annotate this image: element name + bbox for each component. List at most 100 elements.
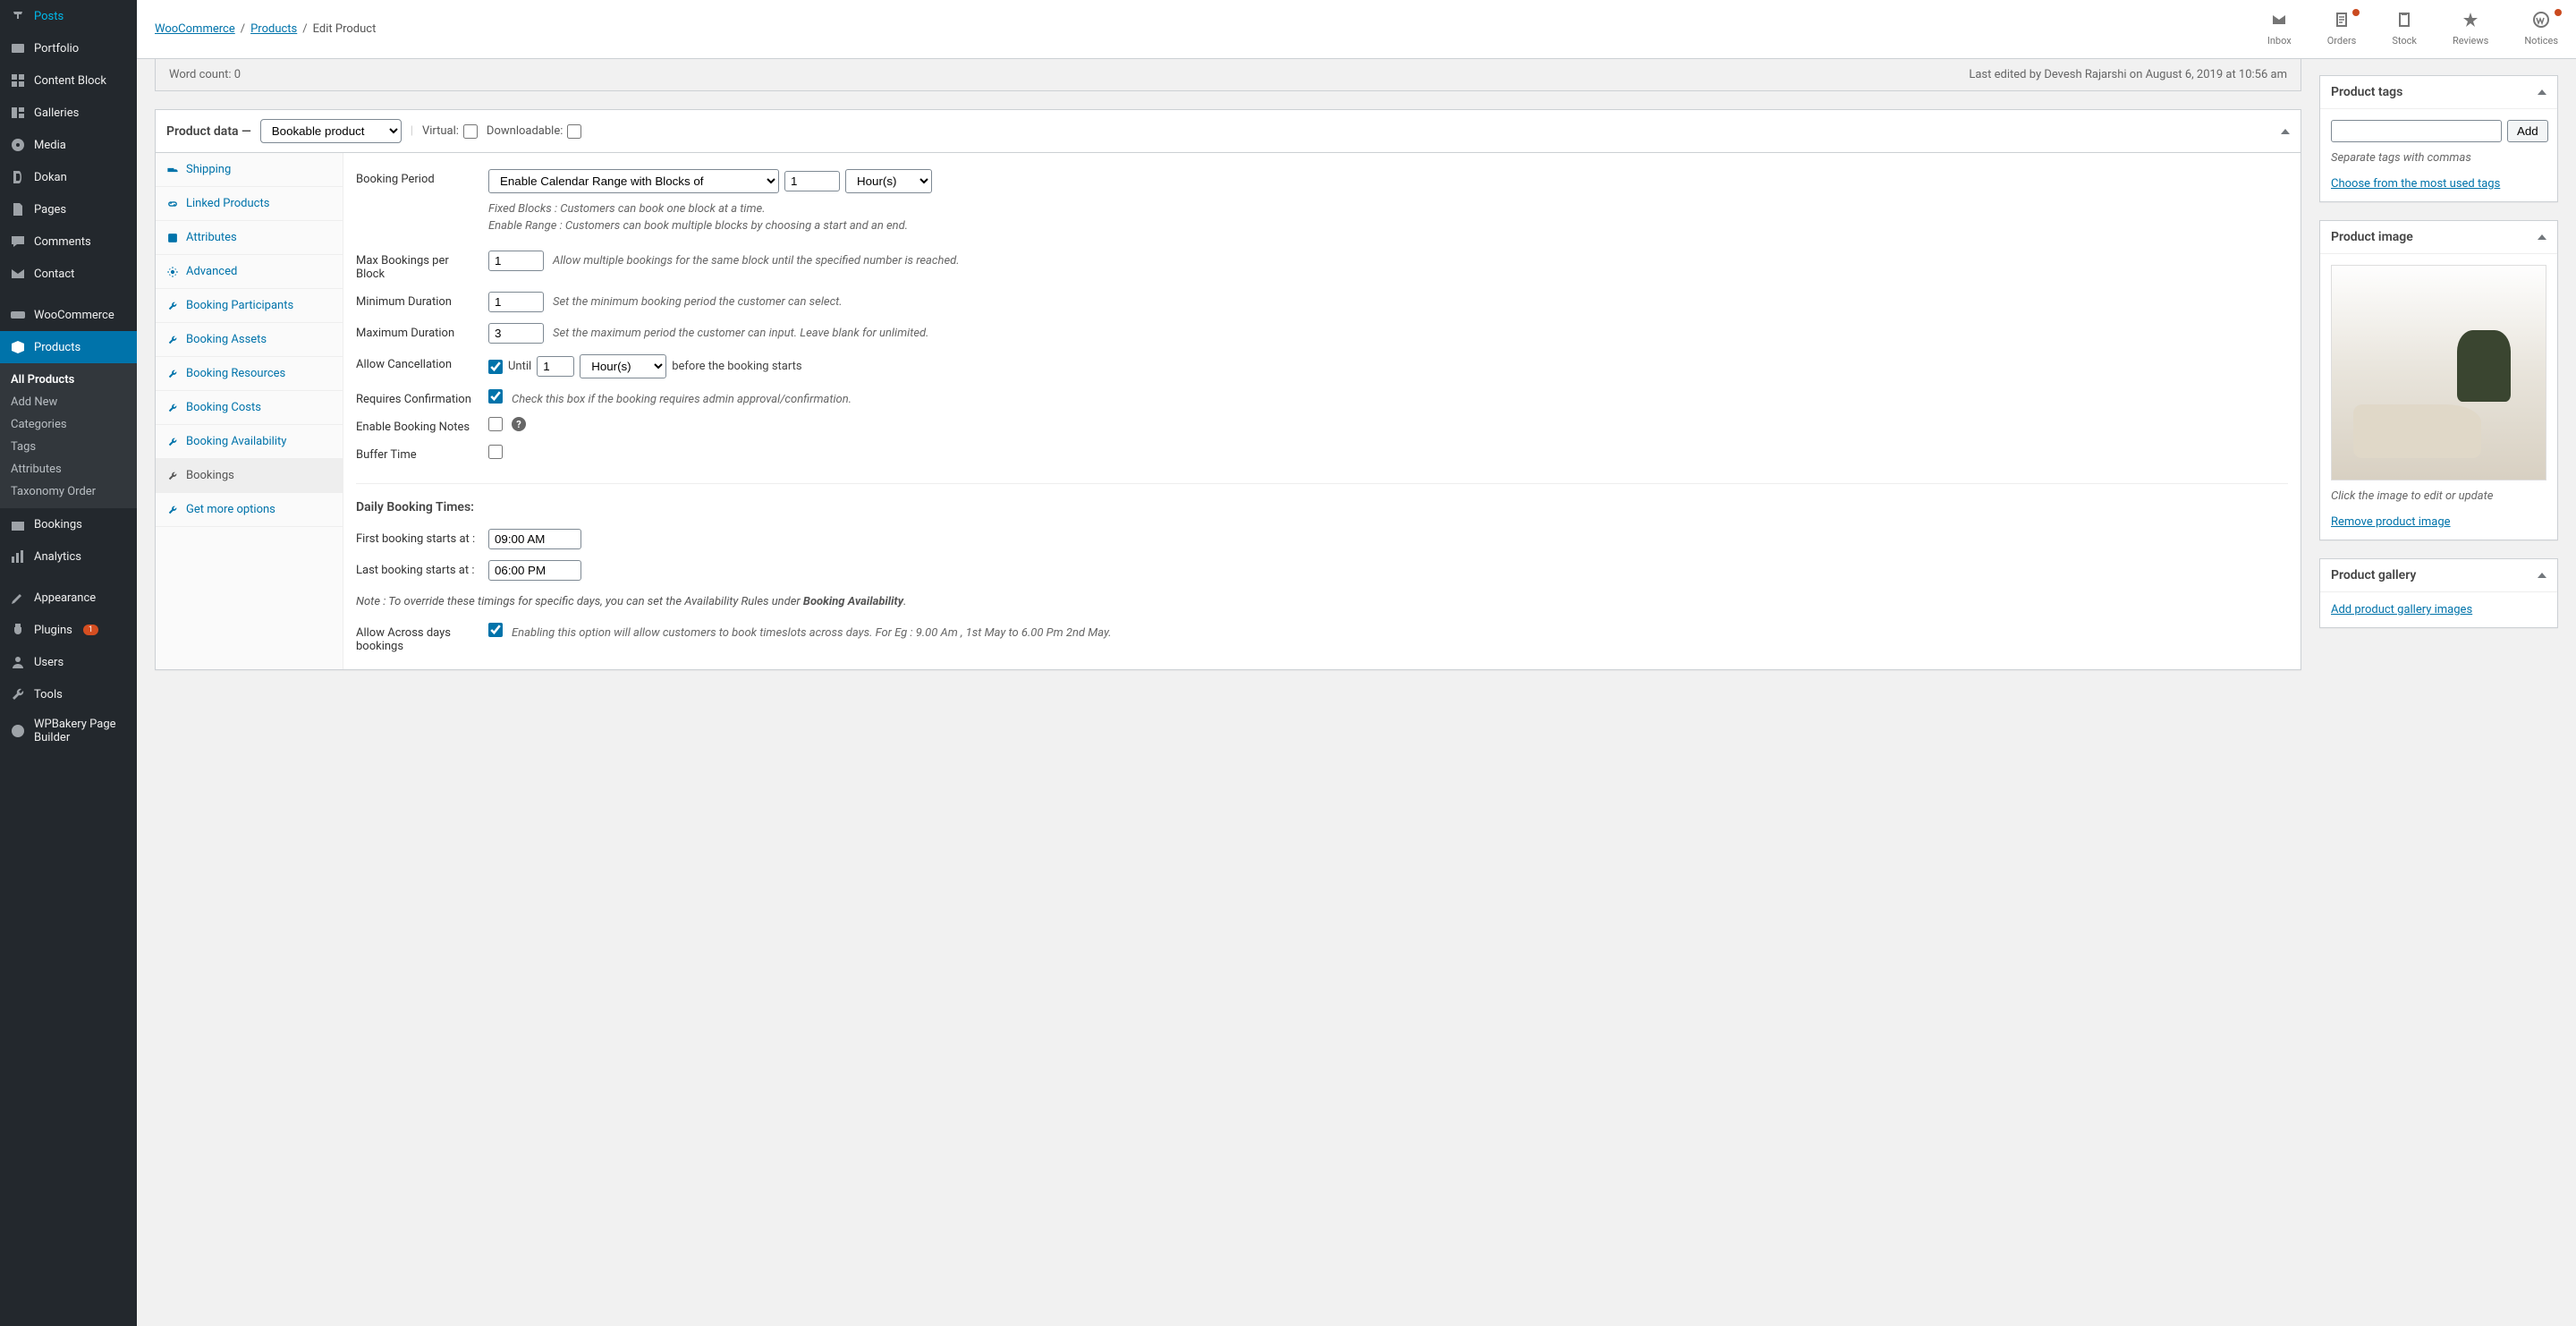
- notices-button[interactable]: Notices: [2524, 11, 2558, 47]
- submenu-categories[interactable]: Categories: [0, 413, 137, 436]
- sidebar-item-users[interactable]: Users: [0, 646, 137, 678]
- product-tags-panel: Product tags Add Separate tags with comm…: [2319, 75, 2558, 202]
- add-gallery-link[interactable]: Add product gallery images: [2331, 603, 2472, 616]
- sidebar-item-appearance[interactable]: Appearance: [0, 582, 137, 614]
- tab-availability[interactable]: Booking Availability: [156, 425, 343, 459]
- product-type-select[interactable]: Bookable product: [260, 119, 402, 143]
- min-duration-input[interactable]: [488, 292, 544, 312]
- label: Dokan: [34, 171, 67, 184]
- submenu-add-new[interactable]: Add New: [0, 391, 137, 413]
- product-gallery-panel: Product gallery Add product gallery imag…: [2319, 558, 2558, 628]
- remove-image-link[interactable]: Remove product image: [2331, 515, 2451, 529]
- submenu-tags[interactable]: Tags: [0, 436, 137, 458]
- inbox-icon: [2267, 11, 2292, 32]
- blocks-input[interactable]: [784, 171, 840, 191]
- sidebar-item-dokan[interactable]: Dokan: [0, 161, 137, 193]
- first-booking-input[interactable]: [488, 529, 581, 549]
- submenu-all-products[interactable]: All Products: [0, 369, 137, 391]
- first-booking-label: First booking starts at :: [356, 529, 479, 546]
- sidebar-item-bookings[interactable]: Bookings: [0, 508, 137, 540]
- enable-notes-checkbox[interactable]: [488, 417, 503, 431]
- sidebar-item-wpbakery[interactable]: WPBakery Page Builder: [0, 710, 137, 752]
- brush-icon: [9, 589, 27, 607]
- product-image[interactable]: [2331, 265, 2546, 480]
- sidebar-item-contentblock[interactable]: Content Block: [0, 64, 137, 97]
- tab-getmore[interactable]: Get more options: [156, 493, 343, 527]
- requires-confirm-desc: Check this box if the booking requires a…: [512, 389, 2288, 406]
- tab-resources[interactable]: Booking Resources: [156, 357, 343, 391]
- comment-icon: [9, 233, 27, 251]
- media-icon: [9, 136, 27, 154]
- sidebar-item-woocommerce[interactable]: WooCommerce: [0, 299, 137, 331]
- help-icon[interactable]: ?: [512, 417, 526, 431]
- max-bookings-desc: Allow multiple bookings for the same blo…: [553, 251, 2288, 268]
- grid-icon: [9, 72, 27, 89]
- label: Users: [34, 656, 64, 669]
- panel-toggle[interactable]: [2281, 129, 2290, 134]
- calendar-icon: [9, 515, 27, 533]
- tag-input[interactable]: [2331, 120, 2502, 142]
- breadcrumb-products[interactable]: Products: [250, 22, 297, 36]
- tab-linked[interactable]: Linked Products: [156, 187, 343, 221]
- sidebar-item-products[interactable]: Products: [0, 331, 137, 363]
- add-tag-button[interactable]: Add: [2507, 120, 2548, 142]
- max-duration-input[interactable]: [488, 323, 544, 344]
- unit-select[interactable]: Hour(s): [845, 169, 932, 193]
- submenu-taxonomy-order[interactable]: Taxonomy Order: [0, 480, 137, 503]
- breadcrumb: WooCommerce/Products/Edit Product: [155, 22, 2267, 36]
- panel-toggle[interactable]: [2538, 234, 2546, 240]
- sidebar-item-analytics[interactable]: Analytics: [0, 540, 137, 573]
- across-days-checkbox[interactable]: [488, 623, 503, 637]
- sidebar-item-contact[interactable]: Contact: [0, 258, 137, 290]
- label: Portfolio: [34, 42, 79, 55]
- sidebar-item-pages[interactable]: Pages: [0, 193, 137, 225]
- sidebar-item-comments[interactable]: Comments: [0, 225, 137, 258]
- choose-tags-link[interactable]: Choose from the most used tags: [2331, 177, 2500, 191]
- reviews-button[interactable]: Reviews: [2453, 11, 2488, 47]
- plug-icon: [9, 621, 27, 639]
- min-duration-desc: Set the minimum booking period the custo…: [553, 292, 2288, 309]
- breadcrumb-woocommerce[interactable]: WooCommerce: [155, 22, 235, 36]
- sidebar-item-galleries[interactable]: Galleries: [0, 97, 137, 129]
- pin-icon: [9, 7, 27, 25]
- panel-toggle[interactable]: [2538, 89, 2546, 95]
- panel-title: Product data —: [166, 124, 251, 139]
- gallery-icon: [9, 104, 27, 122]
- inbox-button[interactable]: Inbox: [2267, 11, 2292, 47]
- tab-assets[interactable]: Booking Assets: [156, 323, 343, 357]
- user-icon: [9, 653, 27, 671]
- tab-shipping[interactable]: Shipping: [156, 153, 343, 187]
- allow-cancel-checkbox[interactable]: [488, 360, 503, 374]
- max-bookings-input[interactable]: [488, 251, 544, 271]
- downloadable-checkbox[interactable]: [567, 124, 581, 139]
- virtual-checkbox[interactable]: [463, 124, 478, 139]
- sidebar-item-media[interactable]: Media: [0, 129, 137, 161]
- cancel-unit-select[interactable]: Hour(s): [580, 354, 666, 378]
- page-icon: [9, 200, 27, 218]
- tab-advanced[interactable]: Advanced: [156, 255, 343, 289]
- sidebar-item-tools[interactable]: Tools: [0, 678, 137, 710]
- orders-button[interactable]: Orders: [2327, 11, 2357, 47]
- booking-period-select[interactable]: Enable Calendar Range with Blocks of: [488, 169, 779, 193]
- chart-icon: [9, 548, 27, 565]
- max-bookings-label: Max Bookings per Block: [356, 251, 479, 281]
- products-submenu: All Products Add New Categories Tags Att…: [0, 363, 137, 508]
- max-duration-desc: Set the maximum period the customer can …: [553, 323, 2288, 340]
- sidebar-item-portfolio[interactable]: Portfolio: [0, 32, 137, 64]
- panel-toggle[interactable]: [2538, 573, 2546, 578]
- cancel-value-input[interactable]: [537, 356, 574, 377]
- tab-attributes[interactable]: Attributes: [156, 221, 343, 255]
- tab-participants[interactable]: Booking Participants: [156, 289, 343, 323]
- submenu-attributes[interactable]: Attributes: [0, 458, 137, 480]
- buffer-time-label: Buffer Time: [356, 445, 479, 462]
- label: Content Block: [34, 74, 106, 88]
- tab-bookings[interactable]: Bookings: [156, 459, 343, 493]
- last-booking-input[interactable]: [488, 560, 581, 581]
- sidebar-item-posts[interactable]: Posts: [0, 0, 137, 32]
- label: Contact: [34, 268, 74, 281]
- stock-button[interactable]: Stock: [2392, 11, 2417, 47]
- tab-costs[interactable]: Booking Costs: [156, 391, 343, 425]
- requires-confirm-checkbox[interactable]: [488, 389, 503, 404]
- buffer-time-checkbox[interactable]: [488, 445, 503, 459]
- sidebar-item-plugins[interactable]: Plugins1: [0, 614, 137, 646]
